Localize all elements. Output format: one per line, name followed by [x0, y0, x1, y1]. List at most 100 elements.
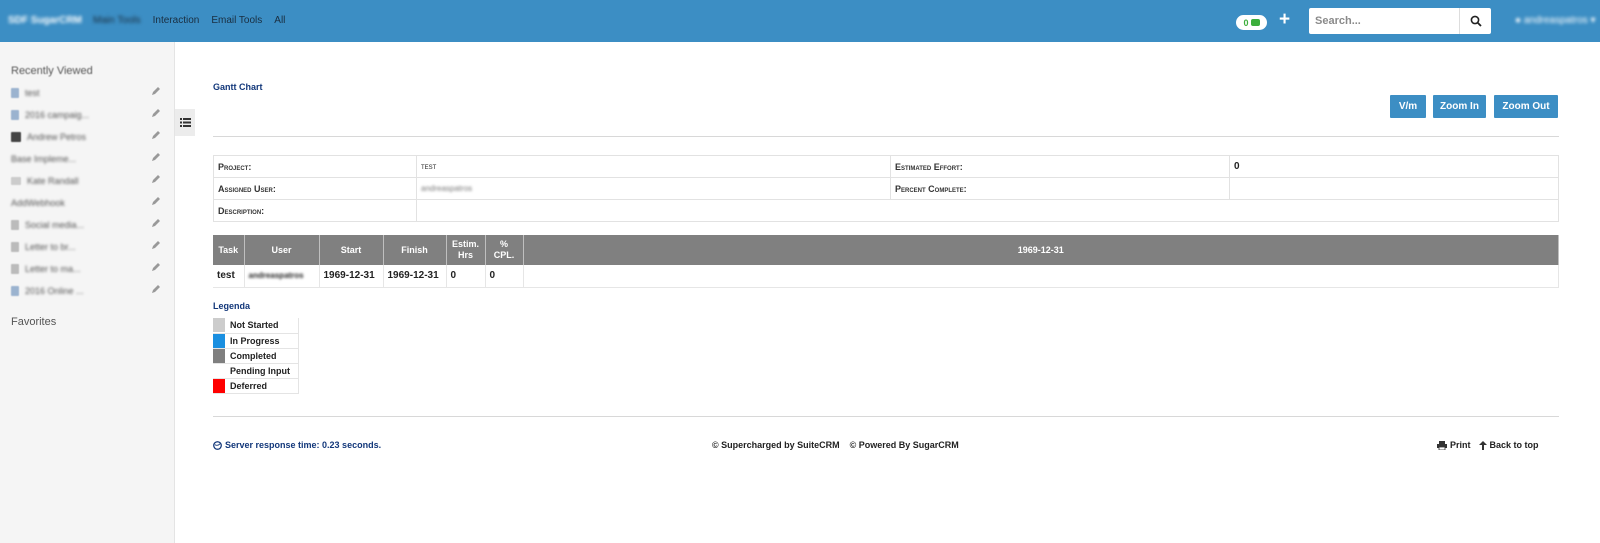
edit-pencil-icon[interactable]	[151, 86, 161, 99]
sidebar: Recently Viewed test 2016 campaig... And…	[0, 42, 175, 543]
page-title: Gantt Chart	[213, 82, 263, 92]
global-search	[1309, 8, 1491, 34]
sidebar-toggle[interactable]	[175, 109, 195, 136]
edit-pencil-icon[interactable]	[151, 130, 161, 143]
powered-by-link[interactable]: © Powered By SugarCRM	[850, 440, 959, 450]
main-nav: Main Tools Interaction Email Tools All	[93, 15, 297, 26]
project-value: test	[416, 155, 891, 178]
gantt-pct: 0	[485, 265, 524, 288]
footer-actions: Print Back to top	[1437, 440, 1539, 450]
edit-pencil-icon[interactable]	[151, 196, 161, 209]
recent-item[interactable]: Social media...	[11, 214, 161, 236]
user-icon: ●	[1515, 15, 1524, 26]
edit-pencil-icon[interactable]	[151, 108, 161, 121]
legend-item: Pending Input	[213, 363, 299, 379]
edit-pencil-icon[interactable]	[151, 262, 161, 275]
legend-table: Not Started In Progress Completed Pendin…	[213, 318, 299, 394]
supercharged-link[interactable]: © Supercharged by SuiteCRM	[712, 440, 840, 450]
document-icon	[11, 88, 19, 98]
recently-viewed-list: test 2016 campaig... Andrew Petros Base …	[11, 82, 161, 302]
favorites-title: Favorites	[11, 316, 57, 328]
globe-icon	[213, 440, 222, 450]
user-name: andreaspatros	[1523, 15, 1588, 26]
estimated-effort-value: 0	[1229, 155, 1559, 178]
gantt-header-user: User	[244, 235, 320, 265]
search-button[interactable]	[1459, 8, 1491, 34]
footer-divider	[213, 416, 1559, 417]
recently-viewed-title: Recently Viewed	[11, 65, 93, 77]
edit-pencil-icon[interactable]	[151, 284, 161, 297]
legend-swatch	[213, 363, 225, 378]
search-input[interactable]	[1309, 8, 1459, 34]
percent-complete-label: Percent Complete:	[890, 177, 1230, 200]
description-value	[416, 199, 1559, 222]
gantt-header-estim-hrs: Estim. Hrs	[446, 235, 486, 265]
legend-item: Not Started	[213, 318, 299, 334]
recent-item[interactable]: Andrew Petros	[11, 126, 161, 148]
gantt-user: andreaspatros	[244, 265, 320, 288]
gantt-task[interactable]: test	[213, 265, 245, 288]
nav-item-all[interactable]: All	[274, 15, 285, 26]
document-icon	[11, 286, 19, 296]
edit-pencil-icon[interactable]	[151, 218, 161, 231]
recent-item[interactable]: Letter to ma...	[11, 258, 161, 280]
contact-icon	[11, 132, 21, 142]
zoom-out-button[interactable]: Zoom Out	[1494, 95, 1558, 118]
gantt-finish: 1969-12-31	[383, 265, 447, 288]
edit-pencil-icon[interactable]	[151, 152, 161, 165]
gantt-row: test andreaspatros 1969-12-31 1969-12-31…	[213, 265, 1559, 288]
printer-icon	[1437, 440, 1447, 450]
legend-title: Legenda	[213, 301, 251, 311]
card-icon	[11, 177, 21, 185]
chat-bubble-icon	[1250, 19, 1260, 26]
gantt-bar-cell	[523, 265, 1559, 288]
project-label: Project:	[213, 155, 417, 178]
edit-pencil-icon[interactable]	[151, 240, 161, 253]
notifications-count: 0	[1243, 17, 1249, 28]
gantt-start: 1969-12-31	[319, 265, 384, 288]
legend-swatch	[213, 378, 225, 393]
divider	[213, 136, 1559, 137]
server-response-time: Server response time: 0.23 seconds.	[213, 440, 381, 450]
nav-item-interaction[interactable]: Interaction	[153, 15, 200, 26]
estimated-effort-label: Estimated Effort:	[890, 155, 1230, 178]
document-icon	[11, 220, 19, 230]
gantt-header-pct-cpl: % CPL.	[485, 235, 524, 265]
nav-item-email-tools[interactable]: Email Tools	[211, 15, 262, 26]
recent-item[interactable]: AddWebhook	[11, 192, 161, 214]
description-label: Description:	[213, 199, 417, 222]
user-menu[interactable]: ● andreaspatros ▾	[1515, 15, 1596, 26]
quick-create-plus-icon[interactable]: +	[1279, 9, 1290, 31]
recent-item[interactable]: Kate Randall	[11, 170, 161, 192]
gantt-header-start: Start	[319, 235, 384, 265]
legend-item: In Progress	[213, 333, 299, 349]
legend-swatch	[213, 348, 225, 363]
gantt-hrs: 0	[446, 265, 486, 288]
edit-pencil-icon[interactable]	[151, 174, 161, 187]
brand-logo[interactable]: SDF SugarCRM	[8, 15, 82, 26]
arrow-up-icon	[1478, 440, 1487, 450]
recent-item[interactable]: Letter to br...	[11, 236, 161, 258]
footer-credits: © Supercharged by SuiteCRM © Powered By …	[712, 440, 959, 450]
top-navigation-bar: SDF SugarCRM Main Tools Interaction Emai…	[0, 0, 1600, 42]
back-to-top-link[interactable]: Back to top	[1478, 440, 1539, 450]
notifications-badge[interactable]: 0	[1236, 15, 1267, 30]
zoom-in-button[interactable]: Zoom In	[1433, 95, 1486, 118]
gantt-table: Task User Start Finish Estim. Hrs % CPL. 1…	[213, 235, 1559, 288]
legend-item: Deferred	[213, 378, 299, 394]
vm-button[interactable]: V/m	[1390, 95, 1426, 118]
recent-item[interactable]: Base Impleme...	[11, 148, 161, 170]
document-icon	[11, 242, 19, 252]
legend-item: Completed	[213, 348, 299, 364]
recent-item[interactable]: 2016 Online ...	[11, 280, 161, 302]
recent-item[interactable]: test	[11, 82, 161, 104]
recent-item[interactable]: 2016 campaig...	[11, 104, 161, 126]
print-link[interactable]: Print	[1437, 440, 1471, 450]
gantt-header-date: 1969-12-31	[523, 235, 1559, 265]
document-icon	[11, 110, 19, 120]
nav-item-main-tools[interactable]: Main Tools	[93, 15, 141, 26]
legend-swatch	[213, 318, 225, 333]
percent-complete-value	[1229, 177, 1559, 200]
assigned-user-value: andreaspatros	[416, 177, 891, 200]
legend-swatch	[213, 333, 225, 348]
